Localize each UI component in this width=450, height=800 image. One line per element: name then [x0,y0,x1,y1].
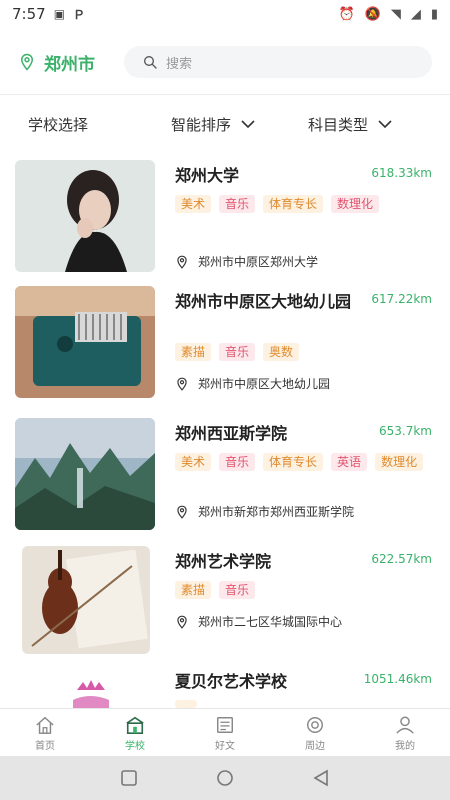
tag: 美术 [175,195,212,213]
address-text: 郑州市新郑市郑州西亚斯学院 [198,505,355,519]
tab-home[interactable]: 首页 [0,709,90,757]
school-address: 郑州市新郑市郑州西亚斯学院 [175,503,354,520]
location-pin-icon [177,377,187,391]
address-text: 郑州市中原区郑州大学 [198,255,319,269]
school-thumbnail [15,418,155,530]
address-text: 郑州市中原区大地幼儿园 [198,377,331,391]
filter-bar: 学校选择 智能排序 科目类型 [0,102,450,146]
tag-list: 美术 音乐 体育专长 英语 数理化 [175,453,425,471]
tag: 数理化 [331,195,380,213]
tag: 音乐 [219,343,256,361]
divider [0,94,450,95]
tab-label: 我的 [395,740,415,752]
tag: 奥数 [263,343,300,361]
school-icon [126,716,144,734]
school-thumbnail [15,286,155,398]
image-icon: ▣ [53,7,66,21]
search-icon [144,56,157,69]
tag-list: 素描 音乐 奥数 [175,343,425,361]
tab-label: 好文 [215,740,235,752]
wifi-icon: ◥ [390,6,401,22]
school-thumbnail [22,546,150,654]
tag [175,700,197,708]
status-bar: 7:57 ▣ Ｐ ⏰ 🔕 ◥ ◢ ▮ [0,0,450,28]
user-icon [396,716,414,734]
mute-icon: 🔕 [364,6,381,22]
nearby-icon [307,716,323,733]
address-text: 郑州市二七区华城国际中心 [198,615,343,629]
tag: 音乐 [219,581,256,599]
subject-type-filter[interactable]: 科目类型 [308,114,392,135]
tag-list: 美术 音乐 体育专长 数理化 [175,195,425,213]
school-address: 郑州市中原区郑州大学 [175,253,318,270]
location-pin-icon [20,53,34,71]
school-thumbnail [15,670,155,708]
tag: 体育专长 [263,195,324,213]
school-distance: 653.7km [379,424,432,438]
school-distance: 618.33km [371,166,432,180]
status-time: 7:57 [12,5,46,23]
school-name: 郑州大学 [175,166,240,185]
school-name: 郑州市中原区大地幼儿园 [175,292,352,311]
tab-label: 学校 [125,740,145,752]
school-name: 郑州艺术学院 [175,552,272,571]
system-nav-bar [0,756,450,800]
school-distance: 617.22km [371,292,432,306]
tab-label: 周边 [305,740,325,752]
tab-me[interactable]: 我的 [360,709,450,757]
school-name: 郑州西亚斯学院 [175,424,288,443]
chevron-down-icon [241,120,255,129]
location-pin-icon [177,505,187,519]
tag: 音乐 [219,453,256,471]
smart-sort-filter[interactable]: 智能排序 [171,114,255,135]
tag: 英语 [331,453,368,471]
home-button-icon[interactable] [216,769,234,787]
tab-nearby[interactable]: 周边 [270,709,360,757]
school-address: 郑州市二七区华城国际中心 [175,613,342,630]
location-selector[interactable]: 郑州市 [18,50,118,75]
chevron-down-icon [378,120,392,129]
tab-label: 首页 [35,740,55,752]
home-icon [36,716,54,734]
p-icon: Ｐ [73,7,86,22]
tag: 美术 [175,453,212,471]
tag: 素描 [175,343,212,361]
city-label: 郑州市 [44,54,95,75]
school-address: 郑州市中原区大地幼儿园 [175,375,330,392]
tag: 体育专长 [263,453,324,471]
tag: 素描 [175,581,212,599]
recent-apps-icon[interactable] [120,769,138,787]
location-pin-icon [177,255,187,269]
tab-articles[interactable]: 好文 [180,709,270,757]
smart-sort-label: 智能排序 [171,115,232,134]
school-distance: 622.57km [371,552,432,566]
school-distance: 1051.46km [363,672,432,686]
search-input[interactable]: 搜索 [124,46,432,78]
school-select-label: 学校选择 [28,115,89,134]
bottom-tab-bar: 首页 学校 好文 周边 我的 [0,708,450,757]
tab-school[interactable]: 学校 [90,709,180,757]
school-thumbnail [15,160,155,272]
article-icon [217,716,233,733]
alarm-icon: ⏰ [338,6,355,22]
school-name: 夏贝尔艺术学校 [175,672,288,691]
subject-type-label: 科目类型 [308,115,369,134]
back-icon[interactable] [312,769,330,787]
signal-icon: ◢ [410,6,421,22]
search-placeholder: 搜索 [166,56,193,72]
battery-icon: ▮ [430,6,438,22]
location-pin-icon [177,615,187,629]
tag-list [175,700,425,708]
tag-list: 素描 音乐 [175,581,425,599]
tag: 音乐 [219,195,256,213]
tag: 数理化 [375,453,424,471]
header: 郑州市 搜索 [0,40,450,84]
school-select-filter[interactable]: 学校选择 [28,114,88,135]
